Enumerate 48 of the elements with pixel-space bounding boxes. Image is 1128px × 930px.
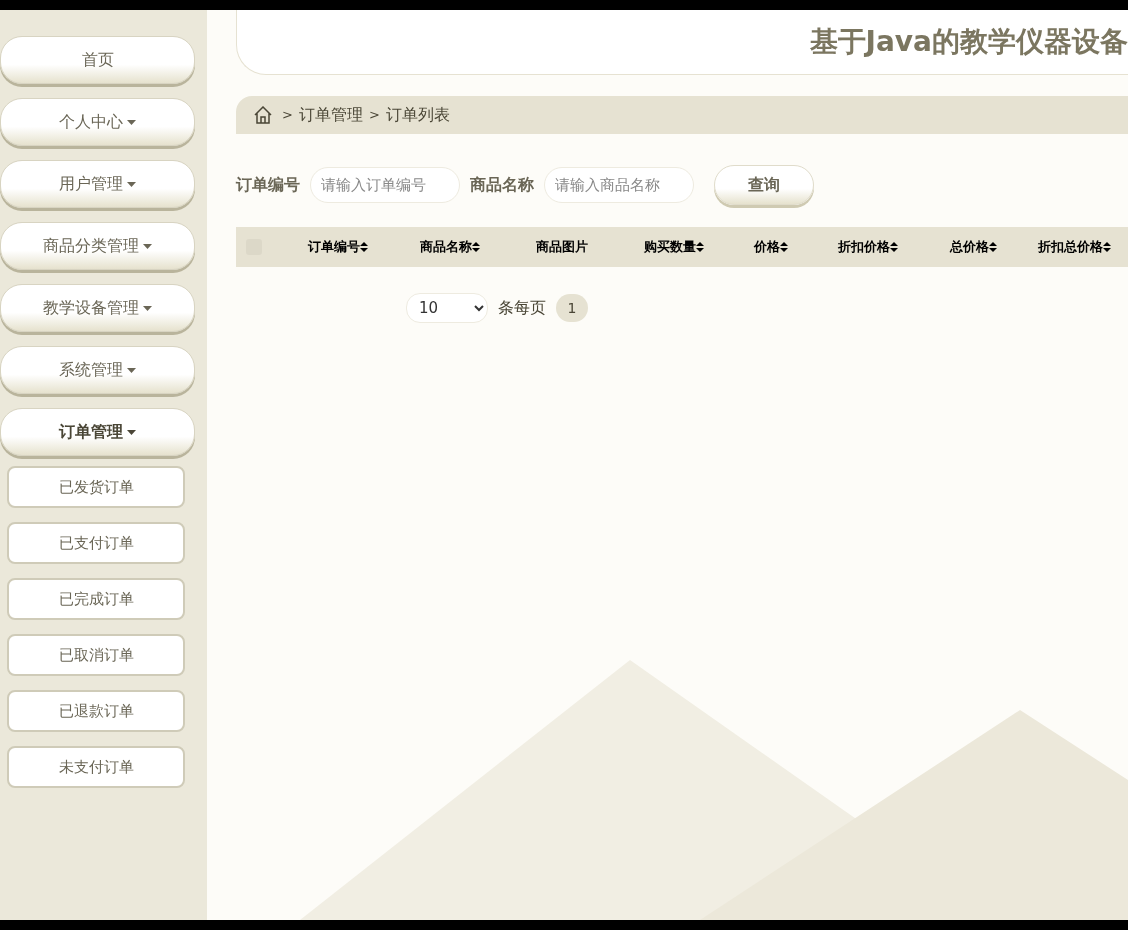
sidebar-menu-item[interactable]: 商品分类管理 — [0, 222, 195, 270]
caret-icon — [127, 430, 136, 435]
caret-icon — [143, 244, 152, 249]
page-size-select[interactable]: 10 — [406, 293, 488, 323]
sort-icon — [696, 242, 704, 252]
column-header[interactable]: 折扣总价格 — [1022, 237, 1126, 257]
sidebar-submenu-item[interactable]: 已发货订单 — [7, 466, 185, 508]
sidebar-menu-item[interactable]: 用户管理 — [0, 160, 195, 208]
column-header: 商品图片 — [535, 238, 589, 257]
sidebar-menu-item[interactable]: 系统管理 — [0, 346, 195, 394]
home-icon[interactable] — [254, 106, 272, 124]
page-size-label: 条每页 — [498, 297, 546, 319]
sidebar-submenu-item[interactable]: 未支付订单 — [7, 746, 185, 788]
breadcrumb-item[interactable]: 订单列表 — [385, 103, 450, 127]
breadcrumb-separator: > — [368, 106, 380, 125]
breadcrumb-separator: > — [282, 106, 293, 125]
search-field[interactable]: 请输入订单编号 — [310, 167, 460, 203]
sidebar-menu-item[interactable]: 教学设备管理 — [0, 284, 195, 332]
sort-icon — [988, 242, 997, 252]
sidebar-menu-item[interactable]: 个人中心 — [0, 98, 195, 146]
sort-icon — [360, 242, 368, 252]
column-header[interactable]: 购买数量 — [618, 237, 730, 257]
search-field[interactable]: 请输入商品名称 — [544, 167, 694, 203]
sort-icon — [780, 242, 788, 252]
breadcrumb-item[interactable]: 订单管理 — [298, 103, 363, 127]
field-label: 商品名称 — [470, 174, 534, 196]
column-header[interactable]: 折扣价格 — [812, 237, 924, 257]
sidebar-menu-item[interactable]: 订单管理 — [0, 408, 195, 456]
sidebar-submenu-item[interactable]: 已支付订单 — [7, 522, 185, 564]
page-button[interactable]: 1 — [556, 294, 588, 322]
sort-icon — [472, 242, 480, 252]
search-button[interactable]: 查询 — [714, 165, 814, 205]
caret-icon — [127, 182, 136, 187]
column-header[interactable]: 商品名称 — [394, 237, 506, 257]
caret-icon — [143, 306, 152, 311]
column-header[interactable]: 价格 — [730, 237, 812, 257]
sidebar-menu-item[interactable]: 首页 — [0, 36, 195, 84]
sidebar-submenu-item[interactable]: 已退款订单 — [7, 690, 185, 732]
column-header[interactable]: 订单编号 — [282, 237, 394, 257]
caret-icon — [127, 368, 136, 373]
column-header[interactable]: 总价格 — [924, 237, 1022, 257]
caret-icon — [127, 120, 136, 125]
sidebar-submenu-item[interactable]: 已完成订单 — [7, 578, 185, 620]
field-label: 订单编号 — [236, 174, 300, 196]
sort-icon — [1102, 242, 1111, 252]
page-title: 基于Java的教学仪器设备 — [809, 24, 1128, 60]
sidebar-submenu-item[interactable]: 已取消订单 — [7, 634, 185, 676]
sort-icon — [890, 242, 898, 252]
